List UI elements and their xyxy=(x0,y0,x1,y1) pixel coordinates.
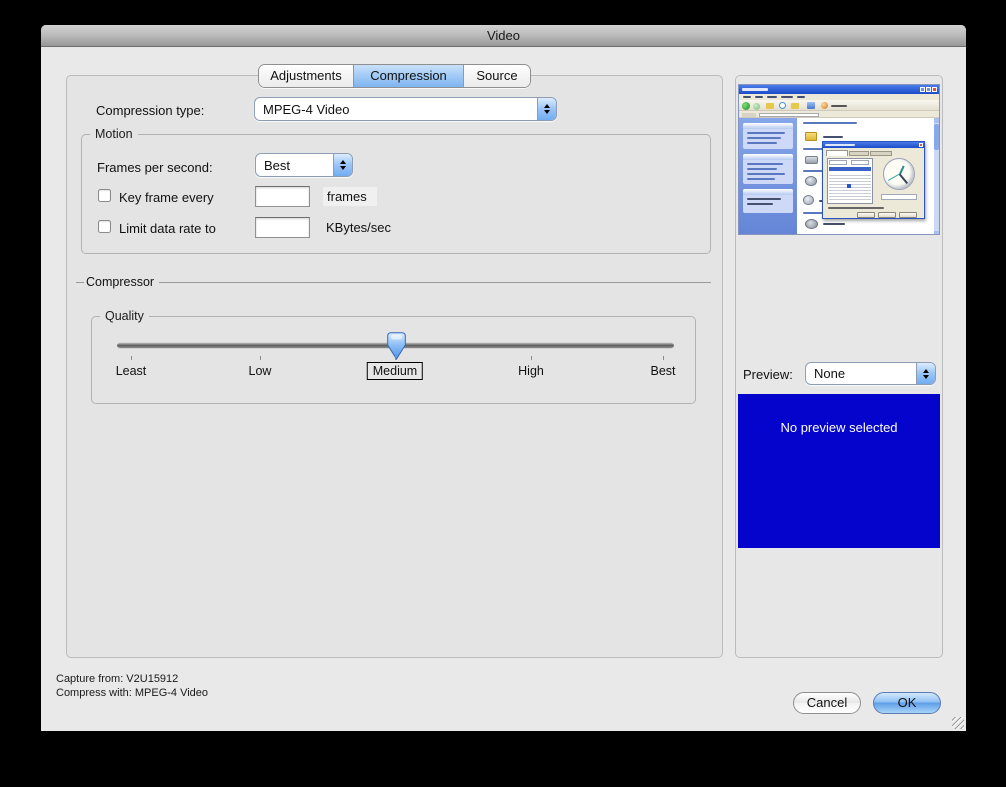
datarate-unit-label: KBytes/sec xyxy=(326,220,391,235)
compression-type-popup[interactable]: MPEG-4 Video xyxy=(254,97,557,121)
settings-tab-bar: Adjustments Compression Source xyxy=(258,64,531,88)
divider-line xyxy=(159,282,711,283)
compress-with-text: Compress with: MPEG-4 Video xyxy=(56,687,208,701)
preview-panel: Preview: None No preview selected xyxy=(735,75,943,658)
capture-info: Capture from: V2U15912 Compress with: MP… xyxy=(56,673,208,700)
capture-frame-thumbnail xyxy=(738,84,940,235)
screen-background: { "window": { "title": "Video" }, "tabs"… xyxy=(0,0,1006,787)
xp-datetime-dialog xyxy=(822,141,925,219)
slider-tick xyxy=(531,356,532,360)
quality-label-low[interactable]: Low xyxy=(249,364,272,378)
slider-tick xyxy=(395,356,396,360)
preview-value: None xyxy=(806,366,916,381)
compression-type-label: Compression type: xyxy=(96,103,204,118)
fps-value: Best xyxy=(256,158,333,173)
preview-display-area: No preview selected xyxy=(738,394,940,548)
datarate-label: Limit data rate to xyxy=(119,221,216,236)
compression-settings-panel: Compression type: MPEG-4 Video Motion Fr… xyxy=(66,75,723,658)
xp-clock xyxy=(883,158,915,190)
window-titlebar[interactable]: Video xyxy=(41,25,966,47)
quality-group-label: Quality xyxy=(100,309,149,323)
datarate-checkbox[interactable] xyxy=(98,220,111,233)
preview-popup[interactable]: None xyxy=(805,362,936,385)
quality-label-high[interactable]: High xyxy=(518,364,544,378)
compression-type-value: MPEG-4 Video xyxy=(255,102,537,117)
video-dialog-window: Video Adjustments Compression Source Com… xyxy=(41,25,966,731)
popup-stepper-icon xyxy=(537,98,556,120)
slider-tick xyxy=(260,356,261,360)
slider-tick xyxy=(131,356,132,360)
quality-group: Quality Least Low Medium xyxy=(91,316,696,404)
fps-popup[interactable]: Best xyxy=(255,153,353,177)
keyframe-input[interactable] xyxy=(255,186,310,207)
slider-tick xyxy=(663,356,664,360)
popup-stepper-icon xyxy=(333,154,352,176)
quality-label-least[interactable]: Least xyxy=(116,364,147,378)
fps-label: Frames per second: xyxy=(97,160,213,175)
motion-group: Motion Frames per second: Best Key frame… xyxy=(81,134,711,254)
tab-source[interactable]: Source xyxy=(464,65,530,87)
quality-slider-thumb-icon[interactable] xyxy=(387,332,406,360)
ok-button[interactable]: OK xyxy=(873,692,941,714)
tab-adjustments[interactable]: Adjustments xyxy=(259,65,354,87)
window-title: Video xyxy=(487,28,520,43)
keyframe-label: Key frame every xyxy=(119,190,214,205)
keyframe-unit-label: frames xyxy=(323,187,377,206)
preview-label: Preview: xyxy=(743,367,793,382)
xp-window-body xyxy=(739,118,939,235)
quality-label-medium[interactable]: Medium xyxy=(367,362,423,380)
divider-line xyxy=(76,282,84,283)
keyframe-checkbox[interactable] xyxy=(98,189,111,202)
capture-from-text: Capture from: V2U15912 xyxy=(56,673,208,687)
xp-titlebar xyxy=(739,85,939,94)
popup-stepper-icon xyxy=(916,363,935,384)
quality-label-best[interactable]: Best xyxy=(650,364,675,378)
datarate-input[interactable] xyxy=(255,217,310,238)
tab-compression[interactable]: Compression xyxy=(354,65,464,87)
no-preview-message: No preview selected xyxy=(780,420,897,435)
compressor-section-divider: Compressor xyxy=(76,275,711,289)
compressor-section-label: Compressor xyxy=(84,275,159,289)
window-resize-grip-icon[interactable] xyxy=(952,717,964,729)
motion-group-label: Motion xyxy=(90,127,138,141)
cancel-button[interactable]: Cancel xyxy=(793,692,861,714)
